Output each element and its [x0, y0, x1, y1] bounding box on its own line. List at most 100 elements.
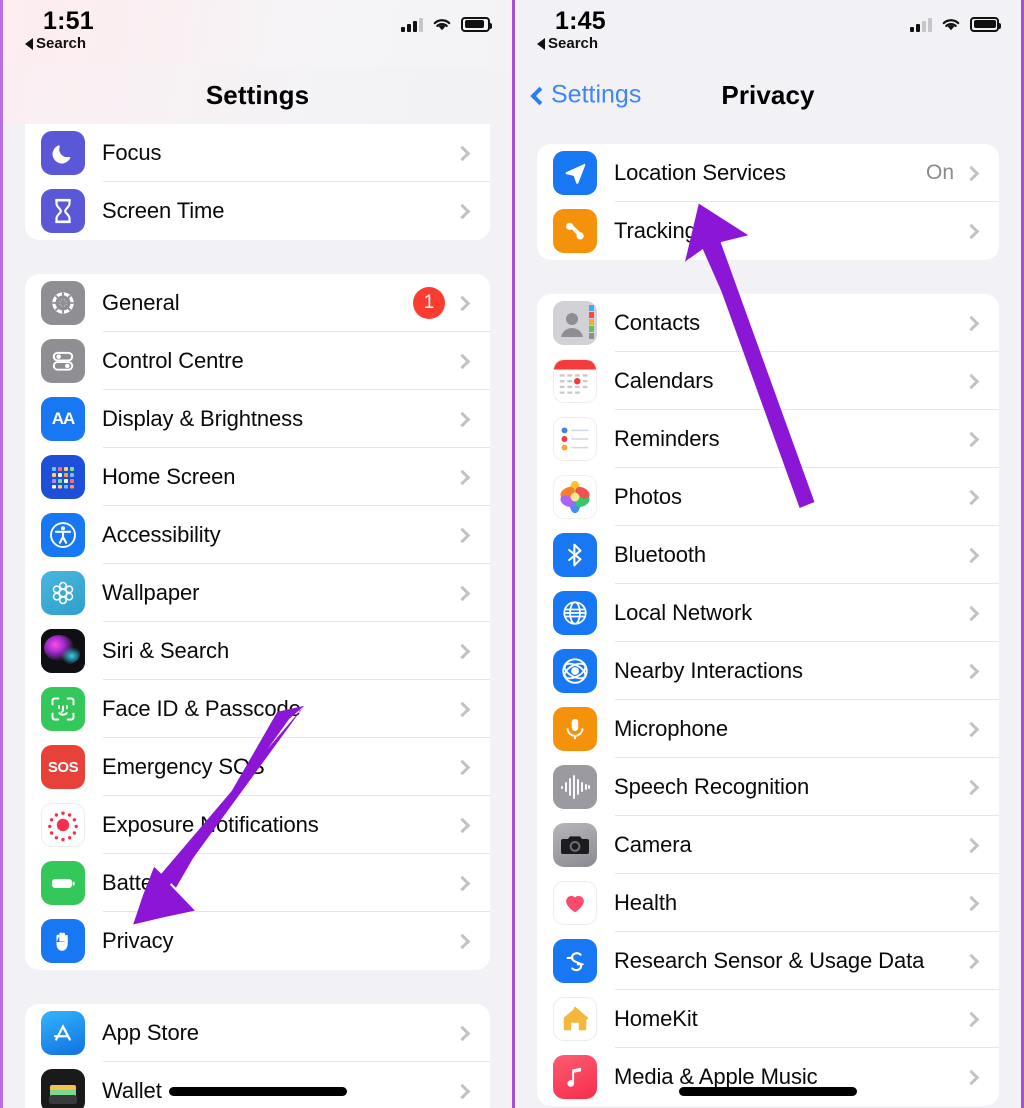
accessibility-icon [41, 513, 85, 557]
list-item-local-network[interactable]: Local Network [537, 584, 999, 642]
list-item-screen-time[interactable]: Screen Time [25, 182, 490, 240]
list-item-photos[interactable]: Photos [537, 468, 999, 526]
chevron-right-icon [963, 315, 980, 331]
list-item-battery[interactable]: Battery [25, 854, 490, 912]
app-store-icon [41, 1011, 85, 1055]
chevron-right-icon [963, 953, 980, 969]
list-item-label: General [102, 290, 180, 315]
list-item-emergency-sos[interactable]: SOS Emergency SOS [25, 738, 490, 796]
list-item-app-store[interactable]: App Store [25, 1004, 490, 1062]
list-item-label: Reminders [614, 426, 720, 451]
list-item-bluetooth[interactable]: Bluetooth [537, 526, 999, 584]
chevron-right-icon [963, 663, 980, 679]
list-item-label: Location Services [614, 160, 786, 185]
list-item-privacy[interactable]: Privacy [25, 912, 490, 970]
list-item-display-brightness[interactable]: AA Display & Brightness [25, 390, 490, 448]
right-phone-privacy-screen: 1:45 Search Settings Privacy Location Se… [512, 0, 1024, 1108]
list-item-control-centre[interactable]: Control Centre [25, 332, 490, 390]
status-back-label: Search [548, 35, 599, 53]
hourglass-icon [41, 189, 85, 233]
list-item-wallet[interactable]: Wallet [25, 1062, 490, 1108]
face-id-icon [41, 687, 85, 731]
list-item-accessibility[interactable]: Accessibility [25, 506, 490, 564]
chevron-right-icon [963, 721, 980, 737]
list-item-label: Health [614, 890, 677, 915]
list-item-general[interactable]: General 1 [25, 274, 490, 332]
list-item-focus[interactable]: Focus [25, 124, 490, 182]
list-item-label: Display & Brightness [102, 406, 303, 431]
back-triangle-icon [537, 37, 545, 50]
list-item-face-id-passcode[interactable]: Face ID & Passcode [25, 680, 490, 738]
list-item-label: Local Network [614, 600, 753, 625]
list-item-reminders[interactable]: Reminders [537, 410, 999, 468]
status-badge: 1 [413, 287, 445, 319]
hand-icon [41, 919, 85, 963]
list-item-label: App Store [102, 1020, 199, 1045]
chevron-right-icon [963, 895, 980, 911]
battery-green-icon [41, 861, 85, 905]
list-item-label: Accessibility [102, 522, 221, 547]
chevron-right-icon [454, 643, 471, 659]
status-back-to-search[interactable]: Search [537, 35, 606, 52]
left-phone-settings-screen: 1:51 Search Settings Focus Screen Time G… [0, 0, 512, 1108]
list-item-contacts[interactable]: Contacts [537, 294, 999, 352]
research-sensor-icon [553, 939, 597, 983]
camera-icon [553, 823, 597, 867]
wifi-icon [942, 19, 960, 31]
chevron-right-icon [454, 759, 471, 775]
list-item-nearby-interactions[interactable]: Nearby Interactions [537, 642, 999, 700]
list-item-label: Exposure Notifications [102, 812, 319, 837]
sos-icon: SOS [41, 745, 85, 789]
list-item-media-apple-music[interactable]: Media & Apple Music [537, 1048, 999, 1106]
chevron-right-icon [454, 295, 471, 311]
back-button[interactable]: Settings [530, 81, 641, 110]
left-settings-list[interactable]: Focus Screen Time General 1 Control Cent… [3, 124, 512, 1108]
list-item-label: Bluetooth [614, 542, 707, 567]
nearby-interactions-icon [553, 649, 597, 693]
status-time: 1:45 [555, 7, 606, 35]
chevron-right-icon [963, 373, 980, 389]
home-indicator [679, 1087, 857, 1096]
list-item-siri-search[interactable]: Siri & Search [25, 622, 490, 680]
status-back-label: Search [36, 35, 87, 53]
chevron-right-icon [454, 585, 471, 601]
list-item-label: Speech Recognition [614, 774, 810, 799]
cellular-bars-icon [910, 17, 932, 32]
list-item-exposure-notifications[interactable]: Exposure Notifications [25, 796, 490, 854]
location-group: Location Services On Tracking [537, 144, 999, 260]
moon-icon [41, 131, 85, 175]
list-item-homekit[interactable]: HomeKit [537, 990, 999, 1048]
list-item-label: Research Sensor & Usage Data [614, 948, 925, 973]
list-item-calendars[interactable]: Calendars [537, 352, 999, 410]
list-item-label: Contacts [614, 310, 701, 335]
chevron-right-icon [963, 547, 980, 563]
right-settings-list[interactable]: Location Services On Tracking Contacts C… [515, 124, 1021, 1108]
toggles-icon [41, 339, 85, 383]
list-item-label: Calendars [614, 368, 714, 393]
list-item-wallpaper[interactable]: Wallpaper [25, 564, 490, 622]
list-item-value: On [925, 161, 954, 184]
chevron-right-icon [454, 875, 471, 891]
list-item-speech-recognition[interactable]: Speech Recognition [537, 758, 999, 816]
status-back-to-search[interactable]: Search [25, 35, 94, 52]
page-title: Privacy [721, 79, 815, 110]
list-item-health[interactable]: Health [537, 874, 999, 932]
exposure-dot-icon [41, 803, 85, 847]
chevron-right-icon [454, 469, 471, 485]
contacts-icon [553, 301, 597, 345]
calendar-icon [553, 359, 597, 403]
list-item-tracking[interactable]: Tracking [537, 202, 999, 260]
wallpaper-flower-icon [41, 571, 85, 615]
list-item-microphone[interactable]: Microphone [537, 700, 999, 758]
bluetooth-icon [553, 533, 597, 577]
list-item-home-screen[interactable]: Home Screen [25, 448, 490, 506]
chevron-right-icon [963, 1069, 980, 1085]
chevron-right-icon [454, 145, 471, 161]
list-item-label: Screen Time [102, 198, 225, 223]
chevron-right-icon [963, 223, 980, 239]
list-item-location-services[interactable]: Location Services On [537, 144, 999, 202]
chevron-right-icon [963, 165, 980, 181]
tracking-icon [553, 209, 597, 253]
list-item-research-sensor-usage-data[interactable]: Research Sensor & Usage Data [537, 932, 999, 990]
list-item-camera[interactable]: Camera [537, 816, 999, 874]
